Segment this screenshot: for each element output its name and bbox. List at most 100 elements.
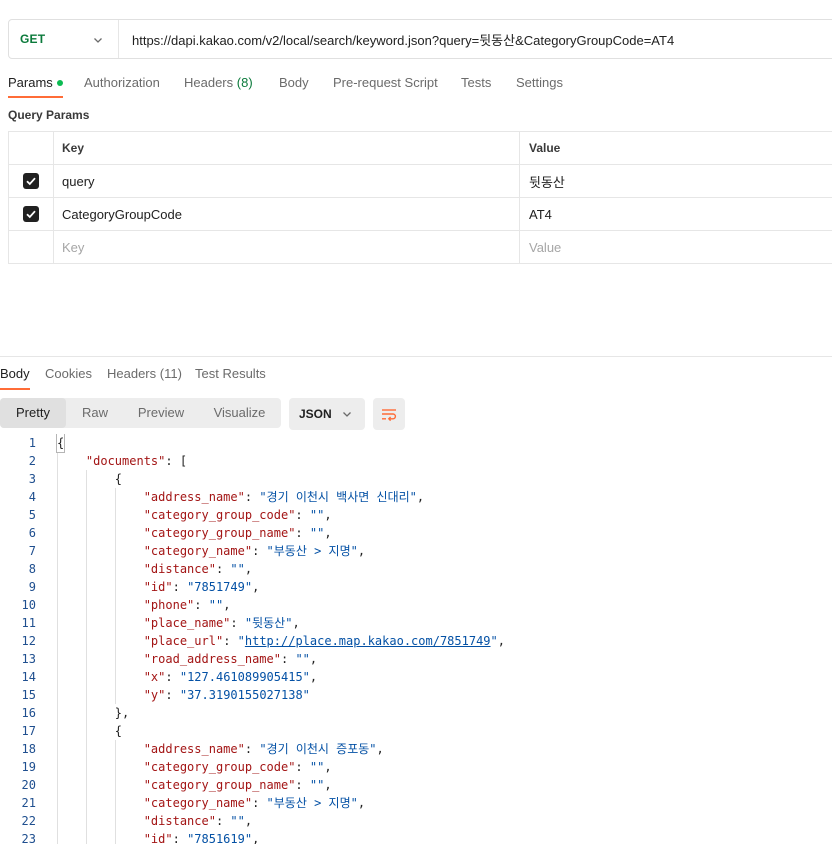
tab-response-body[interactable]: Body: [0, 366, 30, 390]
tab-params[interactable]: Params: [8, 74, 63, 98]
json-punct: :: [280, 652, 296, 666]
code-text: {: [57, 470, 122, 488]
wrap-lines-button[interactable]: [373, 398, 405, 430]
json-key: "category_group_name": [143, 778, 296, 792]
format-select[interactable]: JSON: [289, 398, 365, 430]
tab-pre-request-script[interactable]: Pre-request Script: [333, 74, 438, 98]
json-string: "": [230, 562, 245, 576]
line-number: 11: [21, 616, 36, 630]
param-enable-cell: [8, 198, 54, 230]
code-text: "place_name": "뒷동산",: [57, 614, 300, 632]
code-text: "id": "7851749",: [57, 578, 260, 596]
view-pretty[interactable]: Pretty: [0, 398, 66, 428]
json-punct: ,: [252, 580, 260, 594]
json-punct: :: [252, 796, 267, 810]
line-number: 2: [28, 454, 36, 468]
tab-settings[interactable]: Settings: [516, 74, 563, 98]
code-text: "address_name": "경기 이천시 백사면 신대리",: [57, 488, 424, 506]
tab-response-cookies[interactable]: Cookies: [45, 366, 92, 390]
json-punct: :: [244, 490, 260, 504]
json-key: "x": [143, 670, 166, 684]
json-link[interactable]: http://place.map.kakao.com/7851749: [245, 634, 491, 648]
code-text: "category_group_name": "",: [57, 776, 332, 794]
line-number: 14: [21, 670, 36, 684]
code-line: 21 "category_name": "부동산 > 지명",: [0, 794, 832, 812]
line-number: 23: [21, 832, 36, 844]
tab-body-label: Body: [279, 75, 309, 90]
json-key: "place_name": [143, 616, 231, 630]
json-string: "": [309, 760, 325, 774]
line-number: 6: [28, 526, 36, 540]
json-punct: ,: [244, 562, 253, 576]
url-input[interactable]: https://dapi.kakao.com/v2/local/search/k…: [119, 30, 674, 49]
json-string: "": [230, 814, 245, 828]
wrap-lines-icon: [382, 409, 397, 422]
new-param-value-input[interactable]: Value: [520, 231, 832, 263]
json-punct: [57, 580, 144, 594]
line-number: 5: [28, 508, 36, 522]
json-punct: :: [165, 688, 180, 702]
tab-tests-label: Tests: [461, 75, 492, 90]
code-line: 23 "id": "7851619",: [0, 830, 832, 844]
code-line: 11 "place_name": "뒷동산",: [0, 614, 832, 632]
tab-params-label: Params: [8, 75, 53, 90]
json-punct: [57, 760, 144, 774]
json-key: "road_address_name": [143, 652, 281, 666]
json-punct: [57, 544, 144, 558]
json-punct: :: [295, 778, 310, 792]
code-line: 18 "address_name": "경기 이천시 증포동",: [0, 740, 832, 758]
json-punct: ,: [292, 616, 300, 630]
param-key-input[interactable]: query: [54, 165, 520, 197]
tab-test-results[interactable]: Test Results: [195, 366, 266, 390]
tab-headers-count: (8): [236, 75, 253, 90]
param-checkbox[interactable]: [23, 173, 39, 189]
code-text: {: [57, 722, 122, 740]
line-number: 15: [21, 688, 36, 702]
view-raw[interactable]: Raw: [66, 398, 124, 428]
json-punct: [57, 526, 144, 540]
json-key: "distance": [143, 814, 216, 828]
json-string: "경기 이천시 증포동": [259, 742, 377, 756]
code-text: "category_group_name": "",: [57, 524, 332, 542]
json-key: "category_name": [143, 544, 253, 558]
json-punct: [57, 814, 144, 828]
json-string: "7851619": [187, 832, 253, 844]
param-checkbox[interactable]: [23, 206, 39, 222]
line-number: 4: [28, 490, 36, 504]
tab-body[interactable]: Body: [279, 74, 309, 98]
tab-response-headers[interactable]: Headers (11): [107, 366, 182, 390]
json-key: "category_group_code": [143, 760, 296, 774]
json-punct: ,: [357, 544, 366, 558]
json-punct: [57, 616, 144, 630]
json-key: "phone": [143, 598, 195, 612]
tab-settings-label: Settings: [516, 75, 563, 90]
view-preview[interactable]: Preview: [124, 398, 198, 428]
param-value-input[interactable]: AT4: [520, 198, 832, 230]
code-text: "category_group_code": "",: [57, 506, 332, 524]
query-params-title: Query Params: [8, 108, 90, 122]
json-punct: [57, 508, 144, 522]
query-params-table: Key Value query 뒷동산 CategoryGroupCode AT…: [8, 131, 832, 264]
view-visualize[interactable]: Visualize: [198, 398, 281, 428]
line-number: 12: [21, 634, 36, 648]
tab-authorization[interactable]: Authorization: [84, 74, 160, 98]
tab-headers[interactable]: Headers (8): [184, 74, 253, 98]
param-value-input[interactable]: 뒷동산: [520, 165, 832, 197]
method-select[interactable]: GET: [9, 20, 119, 58]
response-body-code[interactable]: 1{2 "documents": [3 {4 "address_name": "…: [0, 434, 832, 844]
json-punct: ,: [244, 814, 253, 828]
param-enable-cell: [8, 165, 54, 197]
json-punct: :: [215, 814, 231, 828]
new-param-key-input[interactable]: Key: [54, 231, 520, 263]
code-line: 14 "x": "127.461089905415",: [0, 668, 832, 686]
header-checkbox-cell: [8, 132, 54, 164]
pane-divider[interactable]: [0, 356, 832, 357]
code-text: },: [57, 704, 129, 722]
json-string: "": [309, 778, 325, 792]
code-text: "road_address_name": "",: [57, 650, 317, 668]
json-punct: :: [215, 562, 231, 576]
param-key-input[interactable]: CategoryGroupCode: [54, 198, 520, 230]
tab-tests[interactable]: Tests: [461, 74, 491, 98]
json-punct: ,: [357, 796, 366, 810]
json-punct: [57, 652, 144, 666]
